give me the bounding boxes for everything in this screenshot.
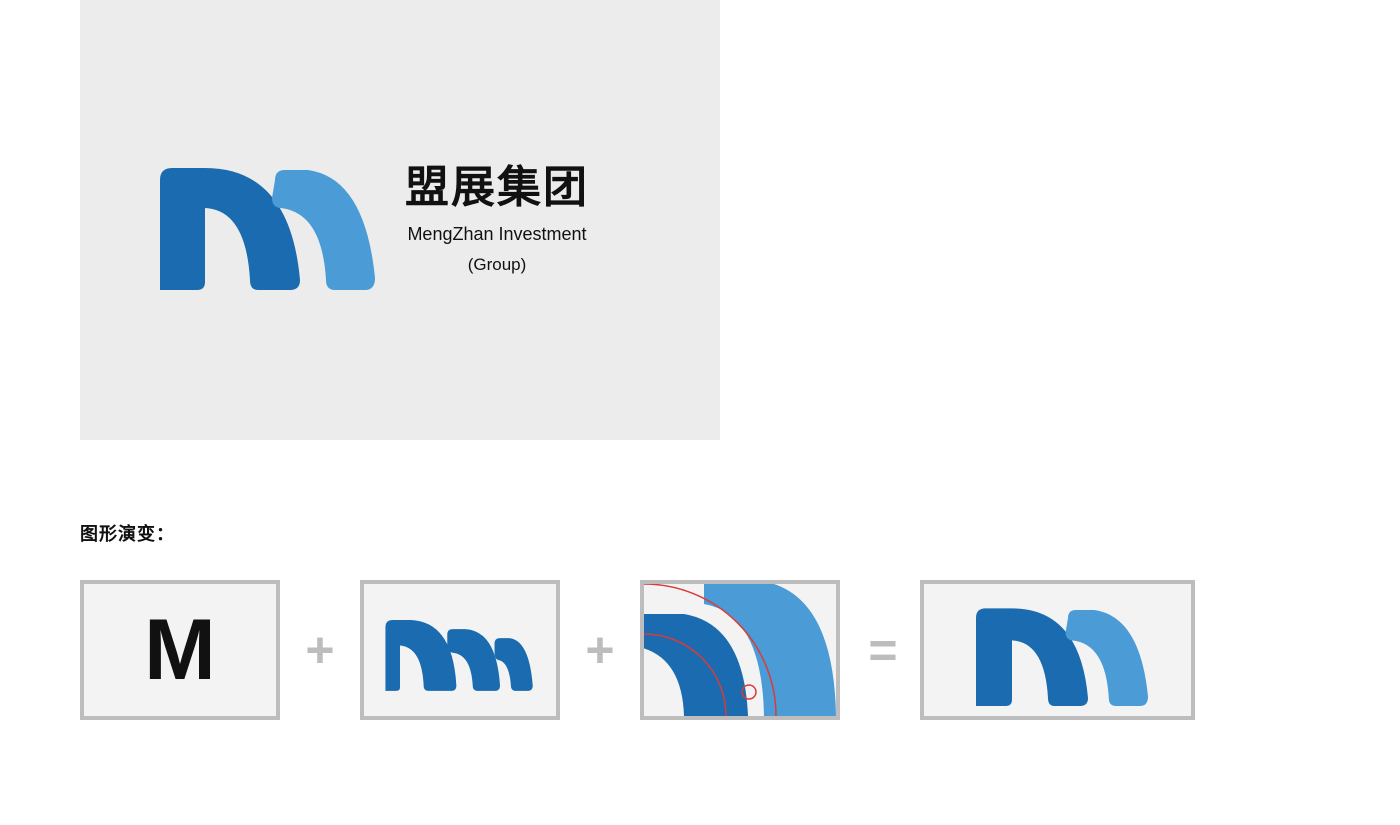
evolution-tile-final-logo: [920, 580, 1195, 720]
brand-name-group: (Group): [405, 255, 589, 275]
evolution-tile-three-arcs: [360, 580, 560, 720]
brand-name-english: MengZhan Investment: [405, 224, 589, 245]
equals-operator: =: [862, 621, 898, 679]
logo-primary: [150, 150, 375, 290]
evolution-row: M + + =: [80, 580, 1195, 720]
evolution-tile-construction: [640, 580, 840, 720]
hero-panel: 盟展集团 MengZhan Investment (Group): [80, 0, 720, 440]
evolution-tile-letter-m: M: [80, 580, 280, 720]
brand-text-block: 盟展集团 MengZhan Investment (Group): [405, 166, 589, 275]
m-glyph: M: [144, 607, 216, 693]
evolution-label: 图形演变：: [80, 520, 175, 546]
brand-name-chinese: 盟展集团: [405, 166, 589, 210]
plus-operator: +: [582, 621, 618, 679]
plus-operator: +: [302, 621, 338, 679]
